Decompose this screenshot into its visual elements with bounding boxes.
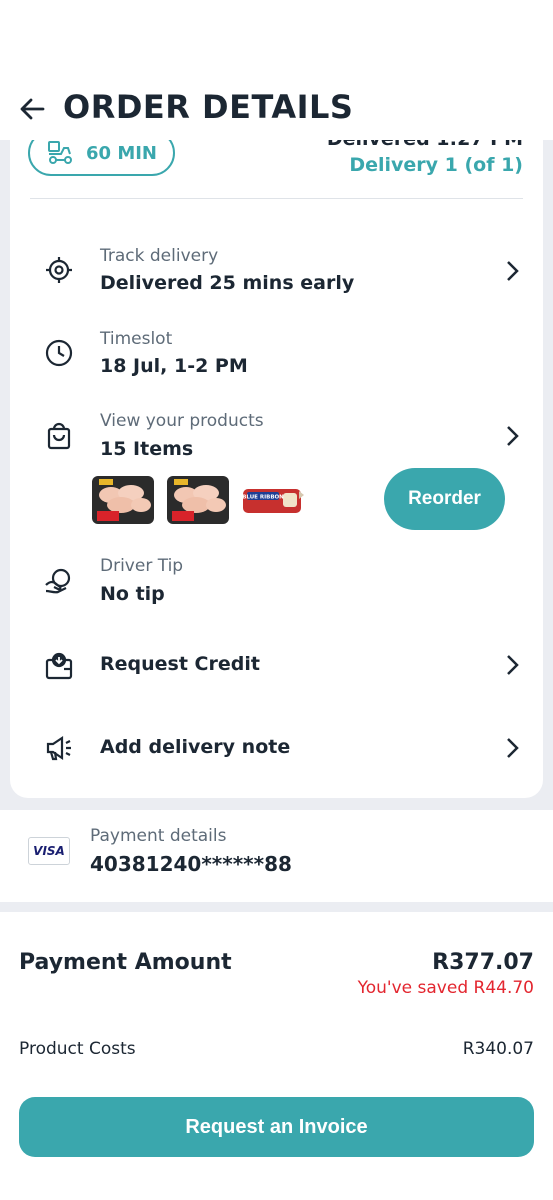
payment-amount-label: Payment Amount (19, 950, 232, 975)
payment-amount-value: R377.07 (432, 950, 534, 975)
visa-card-icon: VISA (28, 837, 70, 865)
shopping-bag-icon (47, 422, 71, 450)
chevron-right-icon (507, 655, 519, 675)
product-costs-value: R340.07 (462, 1039, 534, 1059)
view-products-label: View your products (100, 411, 264, 431)
product-thumb-chicken-1[interactable] (91, 475, 155, 525)
svg-text:BLUE RIBBON: BLUE RIBBON (242, 495, 284, 501)
track-delivery-status: Delivered 25 mins early (100, 272, 355, 294)
tip-hand-icon (45, 568, 71, 594)
back-arrow-icon[interactable] (18, 94, 48, 124)
reorder-button[interactable]: Reorder (384, 468, 505, 530)
item-count: 15 Items (100, 438, 194, 460)
track-delivery-label: Track delivery (100, 246, 219, 266)
time-badge-label: 60 MIN (86, 142, 157, 164)
savings-text: You've saved R44.70 (357, 978, 534, 998)
clock-icon (45, 339, 73, 367)
request-credit-label: Request Credit (100, 653, 260, 675)
card-number: 40381240******88 (90, 852, 292, 876)
payment-details-card: VISA Payment details 40381240******88 (0, 810, 553, 902)
request-invoice-button[interactable]: Request an Invoice (19, 1097, 534, 1157)
order-card: 60 MIN Delivered 1:27 PM Delivery 1 (of … (10, 100, 543, 798)
delivery-scooter-icon (48, 141, 72, 164)
product-thumb-chicken-2[interactable] (166, 475, 230, 525)
divider (30, 198, 523, 199)
megaphone-icon (46, 735, 71, 761)
chevron-right-icon (507, 261, 519, 281)
chevron-right-icon (507, 738, 519, 758)
target-icon (46, 257, 72, 283)
payment-details-label: Payment details (90, 826, 227, 846)
timeslot-label: Timeslot (100, 329, 173, 349)
add-delivery-note-label: Add delivery note (100, 736, 291, 758)
product-costs-label: Product Costs (19, 1039, 136, 1059)
delivery-count: Delivery 1 (of 1) (349, 154, 523, 176)
product-thumb-bread[interactable]: BLUE RIBBON (241, 475, 305, 525)
credit-wallet-icon (45, 652, 73, 680)
page-title: ORDER DETAILS (63, 88, 354, 126)
driver-tip-value: No tip (100, 583, 165, 605)
timeslot-value: 18 Jul, 1-2 PM (100, 355, 248, 377)
driver-tip-label: Driver Tip (100, 556, 184, 576)
chevron-right-icon (507, 426, 519, 446)
payment-summary: Payment Amount R377.07 You've saved R44.… (0, 912, 553, 1200)
page-header: ORDER DETAILS (0, 0, 553, 140)
